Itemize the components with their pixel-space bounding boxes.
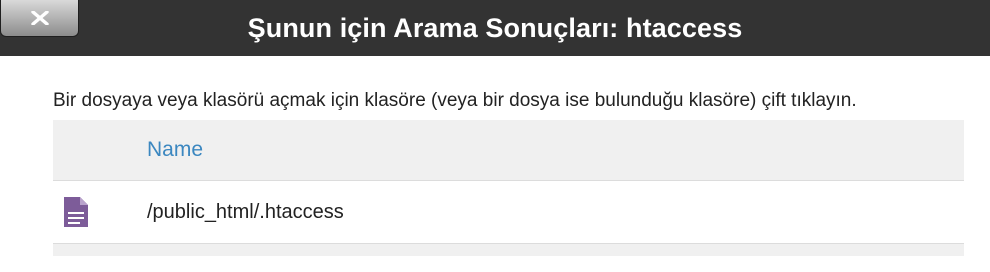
instructions-text: Bir dosyaya veya klasörü açmak için klas…: [53, 90, 857, 111]
file-path[interactable]: /public_html/.htaccess: [147, 180, 964, 244]
table-header-row: Name: [53, 120, 964, 181]
close-icon: [30, 11, 49, 25]
close-button[interactable]: [0, 0, 79, 37]
header-name-column[interactable]: Name: [147, 120, 964, 181]
dialog-content: Bir dosyaya veya klasörü açmak için klas…: [0, 56, 990, 256]
table-row-empty: [53, 243, 964, 256]
header-icon-column: [53, 120, 147, 181]
document-icon: [64, 197, 88, 227]
dialog-titlebar: Şunun için Arama Sonuçları: htaccess: [0, 0, 990, 56]
dialog-title: Şunun için Arama Sonuçları: htaccess: [247, 12, 743, 43]
results-table: Name /public_html/.htaccess: [53, 120, 964, 256]
table-row[interactable]: /public_html/.htaccess: [53, 180, 964, 244]
search-results-dialog: Şunun için Arama Sonuçları: htaccess Bir…: [0, 0, 990, 272]
file-icon-cell: [53, 180, 147, 244]
